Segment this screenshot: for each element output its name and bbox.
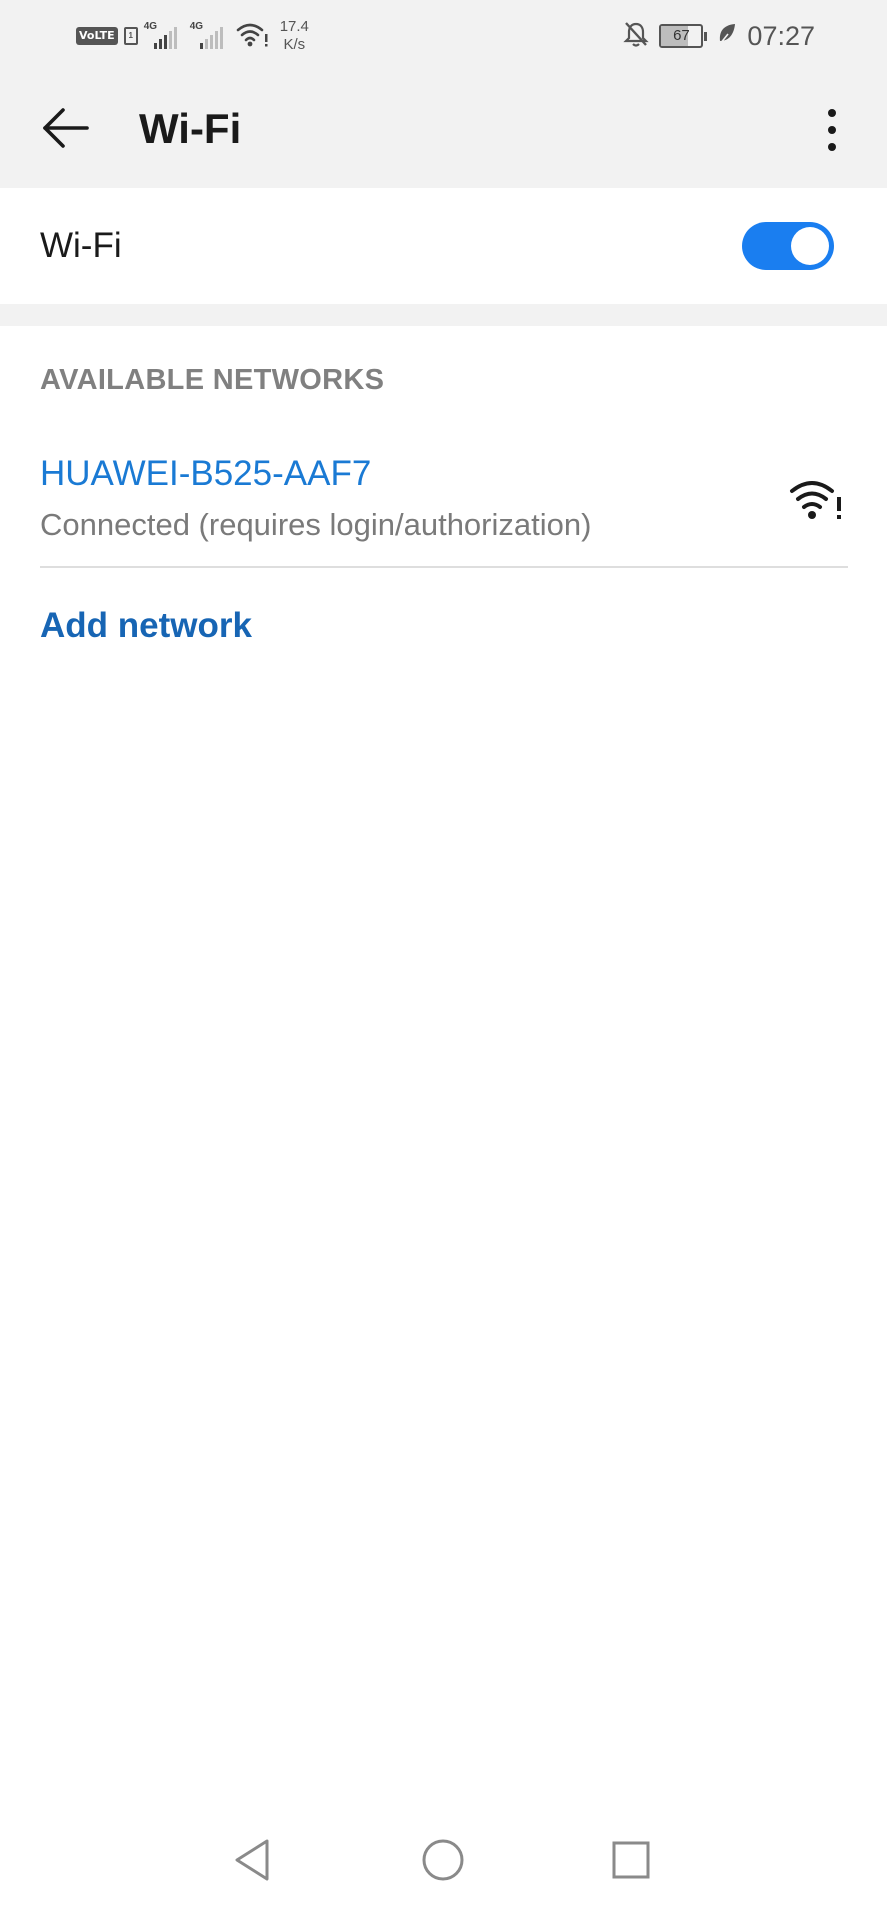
battery-icon: 67 <box>659 24 708 48</box>
wifi-alert-icon <box>236 20 270 53</box>
more-options-button[interactable] <box>807 100 857 160</box>
status-bar-left: VoLTE 1 4G 4G 17.4 K/s <box>76 14 309 58</box>
arrow-left-icon <box>41 106 91 155</box>
wifi-toggle-row[interactable]: Wi-Fi <box>0 188 887 304</box>
nav-back-button[interactable] <box>222 1832 282 1892</box>
status-bar-right: 67 07:27 <box>623 14 815 58</box>
signal-icon: 4G <box>190 21 230 51</box>
nav-recents-button[interactable] <box>601 1832 661 1892</box>
clock: 07:27 <box>747 20 815 51</box>
speed-unit: K/s <box>283 36 306 53</box>
add-network-button[interactable]: Add network <box>40 604 252 648</box>
signal-icon: 4G <box>144 21 184 51</box>
section-divider <box>0 304 887 326</box>
network-item[interactable]: HUAWEI-B525-AAF7 Connected (requires log… <box>0 435 887 567</box>
more-vertical-icon <box>828 109 836 117</box>
battery-level: 67 <box>673 27 690 44</box>
leaf-icon <box>717 22 737 51</box>
bell-off-icon <box>623 20 650 53</box>
network-status: Connected (requires login/authorization) <box>40 507 592 542</box>
wifi-toggle-label: Wi-Fi <box>40 226 122 265</box>
status-bar: VoLTE 1 4G 4G 17.4 K/s 67 07:27 <box>0 0 887 70</box>
network-speed: 17.4 K/s <box>280 18 309 54</box>
toggle-knob <box>791 227 829 265</box>
wifi-alert-icon <box>788 475 844 525</box>
navigation-bar <box>0 1820 887 1920</box>
nav-home-button[interactable] <box>413 1832 473 1892</box>
home-circle-icon <box>421 1838 465 1887</box>
sim-icon: 1 <box>123 27 138 45</box>
wifi-toggle-switch[interactable] <box>742 222 834 270</box>
back-button[interactable] <box>36 100 96 160</box>
available-networks-header: AVAILABLE NETWORKS <box>40 364 385 396</box>
speed-value: 17.4 <box>279 18 309 35</box>
back-triangle-icon <box>231 1837 273 1888</box>
network-name: HUAWEI-B525-AAF7 <box>40 454 372 493</box>
page-title: Wi-Fi <box>139 105 242 152</box>
list-divider <box>40 566 848 568</box>
recents-square-icon <box>611 1840 651 1885</box>
volte-icon: VoLTE <box>76 27 118 45</box>
app-bar: Wi-Fi <box>0 70 887 188</box>
